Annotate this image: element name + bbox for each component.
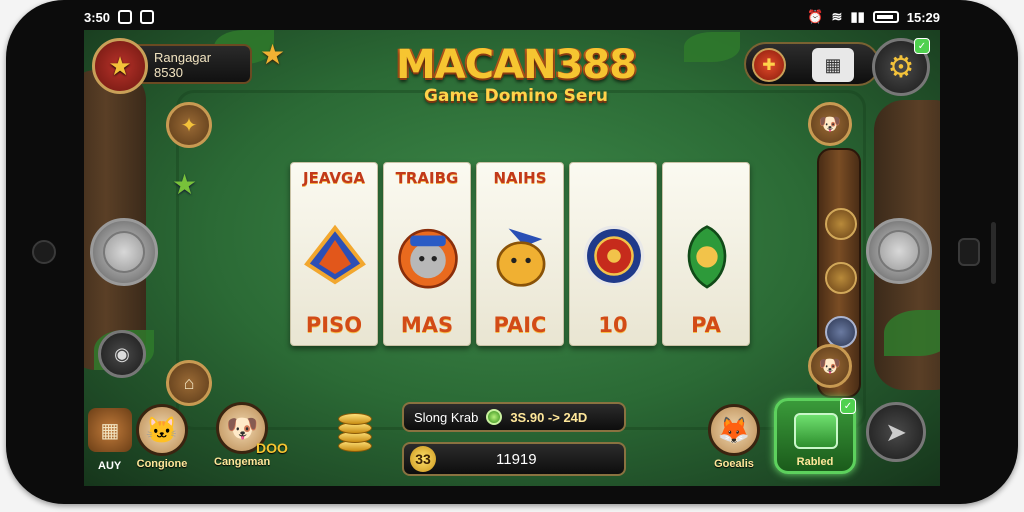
- app-icon: [140, 10, 155, 24]
- player-name: Rangagar: [154, 50, 212, 65]
- character-label: Cangeman: [214, 456, 271, 468]
- card-label: MAS: [400, 313, 454, 337]
- dog-icon: 🐶: [818, 355, 842, 376]
- info-label: Slong Krab: [414, 409, 479, 425]
- rail-avatar-top[interactable]: 🐶: [808, 102, 852, 146]
- share-button[interactable]: ➤: [866, 402, 926, 462]
- shop-button[interactable]: ▦: [812, 48, 854, 82]
- bet-bar[interactable]: 33 11919: [402, 442, 626, 476]
- far-left-label: AUY: [98, 460, 122, 472]
- rail-slot[interactable]: [825, 208, 857, 240]
- logo-subtitle: Game Domino Seru: [424, 86, 608, 106]
- star-icon: ★: [172, 169, 198, 200]
- chest-button[interactable]: ▦: [88, 408, 132, 452]
- logo-title: MACAN388: [396, 42, 637, 88]
- joystick-knob: [878, 230, 920, 272]
- bag-icon: ⌂: [183, 372, 195, 393]
- character-cangeman[interactable]: 🐶 Cangeman: [214, 402, 270, 468]
- cat-hat-icon: [396, 215, 460, 297]
- signal-icon: ▮▮: [850, 9, 865, 24]
- dog-icon: 🐶: [818, 113, 842, 134]
- play-badge: ✓: [840, 398, 856, 414]
- character-goealis[interactable]: 🦊 Goealis: [708, 404, 760, 470]
- camera-button[interactable]: ◉: [98, 330, 146, 378]
- game-card[interactable]: 10: [569, 162, 657, 346]
- gift-icon: ✚: [762, 57, 776, 74]
- right-joystick-button[interactable]: [866, 218, 932, 284]
- notification-icon: [118, 10, 133, 24]
- play-label: Rabled: [796, 456, 834, 468]
- chest-icon: ▦: [100, 419, 120, 442]
- camera-icon: ◉: [114, 343, 130, 364]
- joystick-knob: [103, 231, 145, 273]
- fox-avatar: 🦊: [708, 404, 760, 456]
- character-label: Congione: [136, 458, 188, 470]
- shop-icon: ▦: [824, 54, 842, 75]
- card-label: 10: [598, 313, 628, 337]
- gear-icon: ⚙: [887, 50, 915, 84]
- status-clock: 15:29: [906, 9, 940, 25]
- phone-home-button[interactable]: [32, 240, 56, 264]
- gift-button[interactable]: ✚: [752, 48, 786, 82]
- diamond-icon: [303, 215, 367, 297]
- bet-icon: 33: [410, 446, 436, 472]
- info-amount: 3S.90 -> 24D: [510, 409, 588, 425]
- map-button[interactable]: ✦: [166, 102, 212, 148]
- status-time-left: 3:50: [84, 9, 111, 25]
- character-tag: DOO: [256, 440, 288, 456]
- player-avatar[interactable]: ★: [92, 38, 148, 94]
- card-title: NAIHS: [493, 169, 547, 187]
- bag-button[interactable]: ⌂: [166, 360, 212, 406]
- game-card[interactable]: TRAIBG MAS: [383, 162, 471, 346]
- game-card[interactable]: JEAVGA PISO: [290, 162, 378, 346]
- leaf-emblem-icon: [675, 215, 739, 297]
- card-title: TRAIBG: [395, 169, 459, 187]
- settings-badge: ✓: [914, 38, 930, 54]
- player-badge[interactable]: Rangagar 8530 ★: [92, 38, 252, 94]
- battery-icon: [872, 11, 899, 23]
- rail-avatar-bottom[interactable]: 🐶: [808, 344, 852, 388]
- leaf-decor: [684, 32, 740, 62]
- card-row: JEAVGA PISO TRAIBG MAS NAIHS PAIC 10 PA: [290, 162, 750, 348]
- character-congione[interactable]: 🐱 Congione: [136, 404, 188, 470]
- phone-back-button[interactable]: [958, 238, 980, 266]
- phone-side-slot: [991, 222, 996, 284]
- gem-icon: [486, 409, 503, 425]
- leaf-decor: [884, 310, 940, 356]
- game-logo: MACAN388 Game Domino Seru: [396, 42, 637, 106]
- character-label: Goealis: [714, 458, 754, 470]
- card-label: PAIC: [493, 313, 547, 337]
- bet-value: 11919: [496, 450, 537, 468]
- game-screen: Rangagar 8530 ★ ★ ★ ✦ ◉ ⌂ MACAN388 Game …: [84, 30, 940, 486]
- rail-slot[interactable]: [825, 262, 857, 294]
- card-label: PISO: [305, 313, 363, 337]
- phone-frame: 3:50 ⏰ ≋ ▮▮ 15:29 Rangagar 8530 ★ ★ ★ ✦ …: [6, 0, 1018, 504]
- share-icon: ➤: [885, 416, 907, 447]
- play-icon: [794, 413, 838, 449]
- game-card[interactable]: NAIHS PAIC: [476, 162, 564, 346]
- dog-icon: [489, 215, 553, 297]
- player-value: 8530: [154, 65, 183, 80]
- map-icon: ✦: [180, 114, 198, 137]
- cat-avatar: 🐱: [136, 404, 188, 456]
- game-card[interactable]: PA: [662, 162, 750, 346]
- card-label: PA: [691, 313, 721, 337]
- star-icon: ★: [260, 39, 286, 70]
- status-bar: 3:50 ⏰ ≋ ▮▮ 15:29: [84, 6, 940, 28]
- coin-stack-icon: [338, 410, 374, 454]
- alarm-icon: ⏰: [807, 9, 824, 24]
- info-bar: Slong Krab 3S.90 -> 24D: [402, 402, 626, 432]
- left-joystick-button[interactable]: [90, 218, 158, 286]
- star-icon: ★: [108, 50, 132, 81]
- wifi-icon: ≋: [831, 9, 843, 24]
- card-title: JEAVGA: [303, 169, 365, 187]
- roulette-icon: [582, 215, 646, 297]
